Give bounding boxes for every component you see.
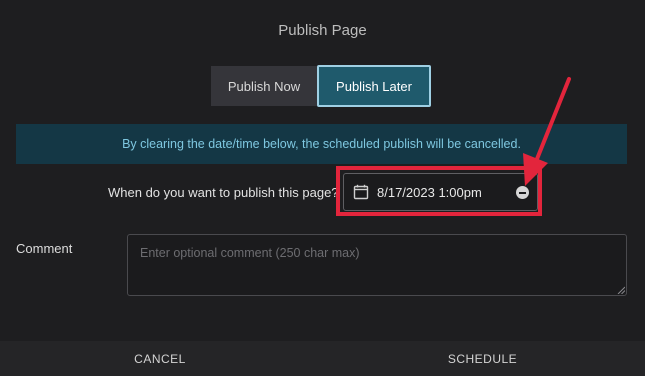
dialog-footer: CANCEL SCHEDULE — [0, 341, 645, 376]
cancel-button[interactable]: CANCEL — [0, 341, 320, 376]
publish-datetime-value: 8/17/2023 1:00pm — [377, 184, 482, 200]
minus-circle-icon[interactable] — [516, 186, 529, 199]
publish-page-dialog: Publish Page Publish Now Publish Later B… — [0, 0, 645, 376]
publish-time-label: When do you want to publish this page? — [108, 185, 339, 200]
publish-mode-toggle: Publish Now Publish Later — [211, 65, 431, 107]
notice-text: By clearing the date/time below, the sch… — [122, 137, 521, 151]
schedule-button[interactable]: SCHEDULE — [320, 341, 645, 376]
comment-input[interactable] — [127, 234, 627, 296]
publish-later-button[interactable]: Publish Later — [317, 65, 431, 107]
comment-label: Comment — [16, 241, 73, 256]
calendar-icon[interactable] — [353, 184, 369, 200]
dialog-title: Publish Page — [278, 22, 367, 39]
resize-grip-icon[interactable] — [617, 286, 625, 294]
schedule-notice-banner: By clearing the date/time below, the sch… — [16, 124, 627, 164]
publish-datetime-field[interactable]: 8/17/2023 1:00pm — [343, 173, 538, 211]
publish-now-button[interactable]: Publish Now — [211, 66, 317, 106]
